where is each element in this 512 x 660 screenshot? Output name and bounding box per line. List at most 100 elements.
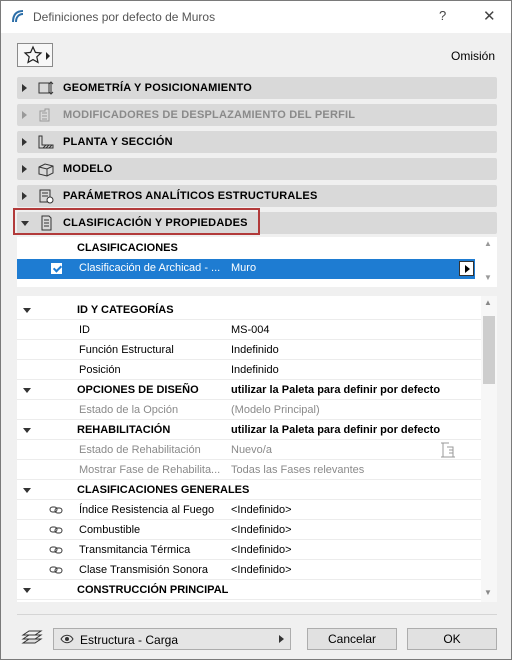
dialog-window: Definiciones por defecto de Muros ? ✕ Om… [0,0,512,660]
link-icon [49,566,63,574]
property-key: Estado de Rehabilitación [79,444,201,456]
group-label: REHABILITACIÓN [77,424,171,436]
dropdown-arrow-icon [279,635,284,643]
group-label: OPCIONES DE DISEÑO [77,384,199,396]
group-row-main-construction[interactable]: CONSTRUCCIÓN PRINCIPAL [17,580,481,600]
group-value: utilizar la Paleta para definir por defe… [231,424,441,436]
window-title: Definiciones por defecto de Muros [33,10,216,24]
property-key: ID [79,324,90,336]
property-key: Posición [79,364,121,376]
panel-structural-analytic[interactable]: PARÁMETROS ANALÍTICOS ESTRUCTURALES [17,185,497,207]
classifications-scrollbar[interactable]: ▲ ▼ [481,237,495,287]
archicad-logo-icon [12,10,24,23]
eye-icon [60,634,74,644]
collapse-arrow-icon [23,428,31,433]
favorites-button[interactable] [17,43,53,67]
scroll-down-icon[interactable]: ▼ [484,273,492,282]
property-row[interactable]: Posición Indefinido [17,360,481,380]
panel-label: GEOMETRÍA Y POSICIONAMIENTO [63,82,252,94]
panel-label: MODELO [63,163,113,175]
star-icon [23,45,43,64]
property-value: Todas las Fases relevantes [231,464,365,476]
geometry-icon [38,81,54,95]
help-button[interactable]: ? [439,8,446,23]
group-label: CONSTRUCCIÓN PRINCIPAL [77,584,229,596]
property-row: Estado de la Opción (Modelo Principal) [17,400,481,420]
cancel-button[interactable]: Cancelar [307,628,397,650]
property-value[interactable]: <Indefinido> [231,544,292,556]
title-bar: Definiciones por defecto de Muros ? ✕ [1,1,511,33]
expand-arrow-icon [22,138,27,146]
close-button[interactable]: ✕ [483,7,496,25]
expand-arrow-icon [22,192,27,200]
panel-floor-plan-section[interactable]: PLANTA Y SECCIÓN [17,131,497,153]
layer-select[interactable]: Estructura - Carga [53,628,291,650]
collapse-arrow-icon [23,388,31,393]
panel-label: PARÁMETROS ANALÍTICOS ESTRUCTURALES [63,190,318,202]
scroll-up-icon[interactable]: ▲ [484,298,492,307]
classification-row[interactable]: Clasificación de Archicad - ... Muro [17,259,475,279]
layers-icon [21,630,43,644]
property-key: Estado de la Opción [79,404,179,416]
scroll-up-icon[interactable]: ▲ [484,239,492,248]
property-value[interactable]: <Indefinido> [231,504,292,516]
expand-arrow-icon [22,84,27,92]
group-row-renovation[interactable]: REHABILITACIÓN utilizar la Paleta para d… [17,420,481,440]
property-key: Clase Transmisión Sonora [79,564,209,576]
ok-button[interactable]: OK [407,628,497,650]
floor-plan-section-icon [38,135,54,149]
panel-geometry[interactable]: GEOMETRÍA Y POSICIONAMIENTO [17,77,497,99]
property-key: Índice Resistencia al Fuego [79,504,215,516]
property-value[interactable]: Indefinido [231,364,279,376]
classifications-list: CLASIFICACIONES Clasificación de Archica… [17,237,497,287]
group-label: CLASIFICACIONES GENERALES [77,484,250,496]
panel-label: MODIFICADORES DE DESPLAZAMIENTO DEL PERF… [63,109,356,121]
panel-profile-offset[interactable]: MODIFICADORES DE DESPLAZAMIENTO DEL PERF… [17,104,497,126]
property-value[interactable]: MS-004 [231,324,270,336]
classification-value: Muro [231,262,257,274]
property-row: Mostrar Fase de Rehabilita... Todas las … [17,460,481,480]
favorites-arrow-icon [46,52,50,60]
property-row[interactable]: ID MS-004 [17,320,481,340]
property-value: Nuevo/a [231,444,272,456]
structural-analytic-icon [39,189,54,204]
collapse-arrow-icon [23,488,31,493]
scroll-down-icon[interactable]: ▼ [484,588,492,597]
group-row-general-classifications[interactable]: CLASIFICACIONES GENERALES [17,480,481,500]
panel-model[interactable]: MODELO [17,158,497,180]
properties-list: ID Y CATEGORÍAS ID MS-004 Función Estruc… [17,296,497,602]
footer-divider [17,614,497,615]
panel-label: PLANTA Y SECCIÓN [63,136,173,148]
group-value: utilizar la Paleta para definir por defe… [231,384,441,396]
classification-name: Clasificación de Archicad - ... [79,262,221,274]
property-value[interactable]: <Indefinido> [231,564,292,576]
property-key: Transmitancia Térmica [79,544,191,556]
property-row[interactable]: Índice Resistencia al Fuego <Indefinido> [17,500,481,520]
group-row-id-categories[interactable]: ID Y CATEGORÍAS [17,300,481,320]
classification-picker-button[interactable] [459,261,474,276]
property-row[interactable]: Combustible <Indefinido> [17,520,481,540]
classifications-header: CLASIFICACIONES [77,242,178,254]
link-icon [49,546,63,554]
link-icon [49,506,63,514]
classification-checkbox[interactable] [51,263,62,274]
property-key: Función Estructural [79,344,174,356]
expand-arrow-icon [22,165,27,173]
property-value: (Modelo Principal) [231,404,320,416]
scrollbar-thumb[interactable] [483,316,495,384]
collapse-arrow-icon [23,308,31,313]
profile-offset-icon [39,108,50,122]
property-row[interactable]: Función Estructural Indefinido [17,340,481,360]
collapse-arrow-icon [23,588,31,593]
link-icon [49,526,63,534]
property-value[interactable]: Indefinido [231,344,279,356]
mode-label: Omisión [450,49,495,63]
property-row[interactable]: Clase Transmisión Sonora <Indefinido> [17,560,481,580]
property-row[interactable]: Transmitancia Térmica <Indefinido> [17,540,481,560]
properties-scrollbar[interactable]: ▲ ▼ [481,296,497,602]
group-row-design-options[interactable]: OPCIONES DE DISEÑO utilizar la Paleta pa… [17,380,481,400]
renovation-icon [441,442,455,458]
expand-arrow-icon [22,111,27,119]
property-row: Estado de Rehabilitación Nuevo/a [17,440,481,460]
property-value[interactable]: <Indefinido> [231,524,292,536]
